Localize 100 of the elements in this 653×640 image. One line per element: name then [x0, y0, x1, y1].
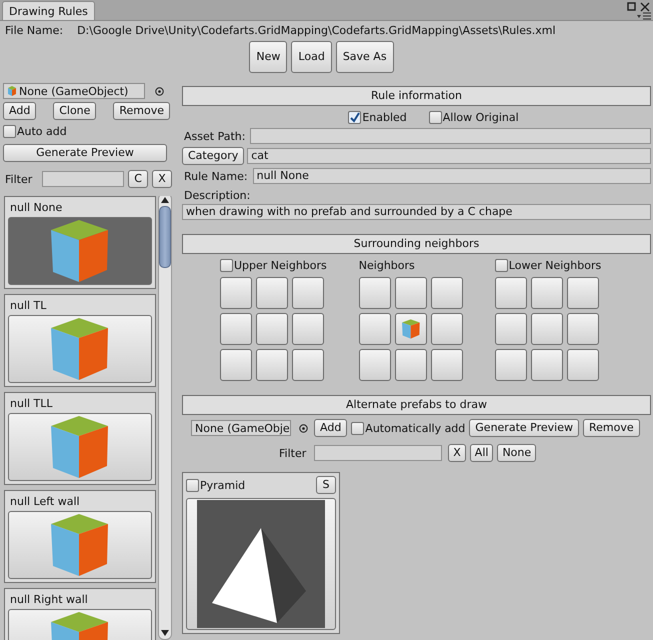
- neighbor-cell[interactable]: [530, 313, 563, 345]
- neighbor-cell[interactable]: [394, 313, 427, 345]
- category-value-input[interactable]: cat: [247, 148, 651, 164]
- preview-button[interactable]: [186, 498, 336, 630]
- neighbor-cell[interactable]: [430, 349, 463, 381]
- prefab-button[interactable]: Generate Preview: [469, 419, 579, 437]
- neighbor-cell[interactable]: [220, 313, 252, 345]
- section-header: Rule information: [182, 86, 651, 106]
- rule-list-button[interactable]: Add: [3, 102, 36, 120]
- filter-field[interactable]: [314, 445, 442, 461]
- neighbor-cell[interactable]: [220, 349, 252, 381]
- rule-card[interactable]: null None: [4, 196, 156, 289]
- rule-card[interactable]: null Right wall: [4, 588, 156, 640]
- neighbor-cell[interactable]: [430, 277, 463, 309]
- menu-icon[interactable]: [637, 12, 651, 20]
- group-label: Neighbors: [358, 258, 415, 272]
- neighbor-cell[interactable]: [256, 277, 288, 309]
- filter-button[interactable]: C: [128, 170, 148, 188]
- rule-card[interactable]: null TLL: [4, 392, 156, 485]
- checkbox[interactable]: [3, 125, 16, 138]
- object-field[interactable]: None (GameObject): [3, 83, 145, 99]
- checkbox[interactable]: [348, 111, 362, 124]
- neighbor-cell[interactable]: [430, 313, 463, 345]
- checkbox-label: Upper Neighbors: [234, 258, 327, 272]
- asset-path-label: Asset Path:: [183, 130, 246, 142]
- checkbox[interactable]: [494, 258, 508, 272]
- rule-card[interactable]: null Left wall: [4, 490, 156, 583]
- rule-name-label: Rule Name:: [183, 170, 248, 182]
- checkbox-label: Allow Original: [442, 111, 519, 124]
- scrollbar[interactable]: [158, 196, 172, 640]
- filter-button[interactable]: X: [152, 170, 172, 188]
- object-picker-icon[interactable]: [299, 424, 308, 432]
- neighbor-cell[interactable]: [220, 277, 252, 309]
- file-button[interactable]: Save As: [336, 41, 394, 73]
- rule-name-field[interactable]: null None: [252, 168, 651, 184]
- description-label: Description:: [183, 189, 252, 202]
- filter-button[interactable]: None: [497, 444, 536, 462]
- category-button[interactable]: Category: [182, 147, 244, 165]
- neighbor-cell[interactable]: [256, 313, 288, 345]
- checkbox[interactable]: [186, 478, 199, 492]
- rule-name: null Left wall: [9, 494, 81, 509]
- filter-button[interactable]: All: [470, 444, 494, 462]
- checkbox-label: Automatically add: [365, 422, 466, 434]
- cube-icon: [402, 319, 420, 339]
- scroll-thumb[interactable]: [159, 206, 171, 268]
- description-field[interactable]: when drawing with no prefab and surrounded by a C chape: [182, 204, 651, 220]
- scroll-down-icon[interactable]: [161, 630, 169, 636]
- maximize-icon[interactable]: [627, 2, 636, 11]
- neighbor-cell[interactable]: [292, 277, 324, 309]
- file-button[interactable]: Load: [291, 41, 332, 73]
- checkbox-label: Lower Neighbors: [508, 258, 602, 272]
- neighbor-cell[interactable]: [292, 313, 324, 345]
- close-icon[interactable]: [640, 2, 650, 12]
- rule-card[interactable]: null TL: [4, 294, 156, 387]
- window-tab[interactable]: Drawing Rules: [2, 1, 95, 20]
- scroll-up-icon[interactable]: [161, 197, 169, 203]
- checkbox[interactable]: [351, 422, 364, 434]
- select-button[interactable]: S: [316, 476, 336, 494]
- prefab-name: Pyramid: [200, 478, 246, 492]
- filter-field[interactable]: [42, 171, 124, 187]
- object-field[interactable]: None (GameObje: [191, 420, 291, 436]
- rule-name: null TL: [9, 298, 48, 313]
- checkbox-label: Enabled: [362, 111, 407, 124]
- file-name-label: File Name:: [5, 24, 64, 37]
- neighbor-cell[interactable]: [358, 277, 391, 309]
- prefab-button[interactable]: Remove: [582, 419, 640, 437]
- asset-path-field[interactable]: [250, 128, 651, 144]
- rule-list-button[interactable]: Remove: [113, 102, 170, 120]
- cube-icon: [51, 416, 109, 478]
- rule-name: null TLL: [9, 396, 54, 411]
- neighbor-cell[interactable]: [394, 349, 427, 381]
- neighbor-cell[interactable]: [494, 277, 527, 309]
- section-header: Surrounding neighbors: [182, 234, 651, 254]
- checkbox[interactable]: [220, 258, 233, 272]
- rule-name: null None: [9, 200, 64, 215]
- object-picker-icon[interactable]: [155, 86, 164, 96]
- generate-preview-button[interactable]: Generate Preview: [3, 144, 167, 162]
- cube-icon: [51, 318, 109, 380]
- neighbor-cell[interactable]: [566, 277, 599, 309]
- section-header: Alternate prefabs to draw: [182, 395, 651, 415]
- neighbor-cell[interactable]: [292, 349, 324, 381]
- neighbor-cell[interactable]: [358, 349, 391, 381]
- cube-icon: [51, 514, 109, 576]
- neighbor-cell[interactable]: [566, 313, 599, 345]
- rule-list-button[interactable]: Clone: [53, 102, 96, 120]
- add-button[interactable]: Add: [314, 419, 348, 437]
- file-path: D:\Google Drive\Unity\Codefarts.GridMapping\Codefarts.GridMapping\Assets\Rules.xml: [77, 24, 556, 37]
- neighbor-cell[interactable]: [494, 313, 527, 345]
- filter-button[interactable]: X: [448, 444, 466, 462]
- neighbor-cell[interactable]: [530, 349, 563, 381]
- neighbor-cell[interactable]: [394, 277, 427, 309]
- neighbor-cell[interactable]: [530, 277, 563, 309]
- checkbox-label: Auto add: [17, 125, 67, 138]
- neighbor-cell[interactable]: [494, 349, 527, 381]
- neighbor-cell[interactable]: [256, 349, 288, 381]
- rule-name: null Right wall: [9, 592, 89, 607]
- checkbox[interactable]: [428, 111, 442, 124]
- neighbor-cell[interactable]: [566, 349, 599, 381]
- neighbor-cell[interactable]: [358, 313, 391, 345]
- file-button[interactable]: New: [249, 41, 288, 73]
